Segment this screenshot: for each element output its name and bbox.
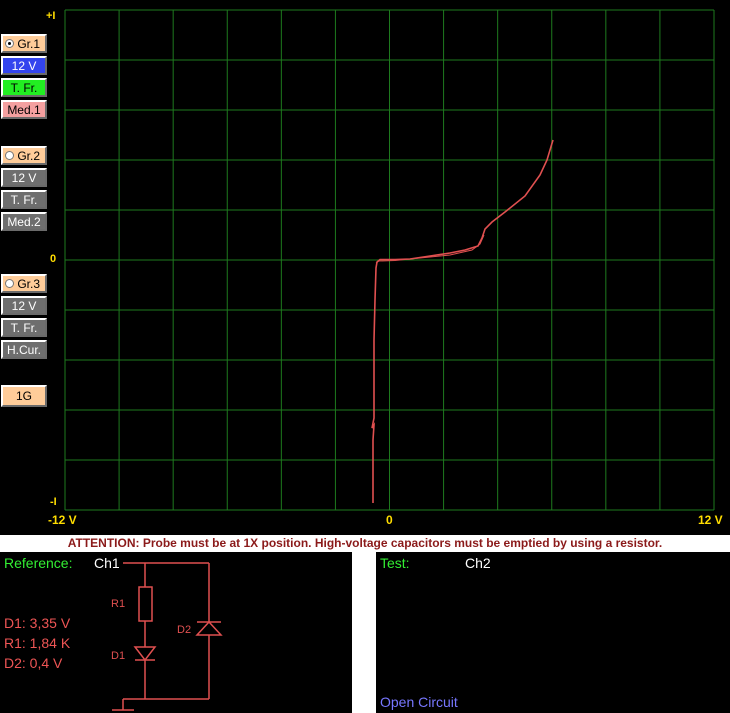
iv-curve-trace xyxy=(371,139,554,503)
y-axis-top-label: +I xyxy=(46,10,56,22)
y-axis-bottom-label: -I xyxy=(50,496,57,508)
group-1-label: Gr.1 xyxy=(17,36,40,51)
radio-unselected-icon xyxy=(5,151,14,160)
group-3-frequency-button[interactable]: T. Fr. xyxy=(1,318,47,337)
reference-panel: Reference: Ch1 D1: 3,35 V R1: 1,84 K D2:… xyxy=(0,552,352,713)
group-1-med-button[interactable]: Med.1 xyxy=(1,100,47,119)
x-axis-left-label: -12 V xyxy=(48,513,77,527)
attention-warning: ATTENTION: Probe must be at 1X position.… xyxy=(0,535,730,552)
group-3-voltage-button[interactable]: 12 V xyxy=(1,296,47,315)
schematic-d1-label: D1 xyxy=(111,650,125,662)
group-2-radio[interactable]: Gr.2 xyxy=(1,146,47,165)
test-title: Test: xyxy=(380,555,410,571)
schematic-r1-label: R1 xyxy=(111,598,125,610)
group-2-med-button[interactable]: Med.2 xyxy=(1,212,47,231)
group-3-radio[interactable]: Gr.3 xyxy=(1,274,47,293)
group-2-frequency-button[interactable]: T. Fr. xyxy=(1,190,47,209)
iv-curve-trace-return xyxy=(375,234,485,264)
radio-unselected-icon xyxy=(5,279,14,288)
group-3-high-current-button[interactable]: H.Cur. xyxy=(1,340,47,359)
x-axis-zero-label: 0 xyxy=(386,513,393,527)
group-2-voltage-button[interactable]: 12 V xyxy=(1,168,47,187)
panel-divider xyxy=(352,552,376,713)
group-1-radio[interactable]: Gr.1 xyxy=(1,34,47,53)
test-panel: Test: Ch2 Open Circuit xyxy=(376,552,730,713)
group-1-voltage-button[interactable]: 12 V xyxy=(1,56,47,75)
generator-button[interactable]: 1G xyxy=(1,385,47,407)
x-axis-right-label: 12 V xyxy=(698,513,723,527)
reference-schematic: R1 D1 D2 xyxy=(111,562,223,711)
test-status: Open Circuit xyxy=(380,694,458,710)
group-2-label: Gr.2 xyxy=(17,148,40,163)
test-channel: Ch2 xyxy=(465,555,491,571)
group-3-label: Gr.3 xyxy=(17,276,40,291)
scope-grid xyxy=(64,9,715,511)
y-axis-zero-label: 0 xyxy=(50,253,57,265)
schematic-d2-label: D2 xyxy=(177,624,191,636)
radio-selected-icon xyxy=(5,39,14,48)
group-1-frequency-button[interactable]: T. Fr. xyxy=(1,78,47,97)
